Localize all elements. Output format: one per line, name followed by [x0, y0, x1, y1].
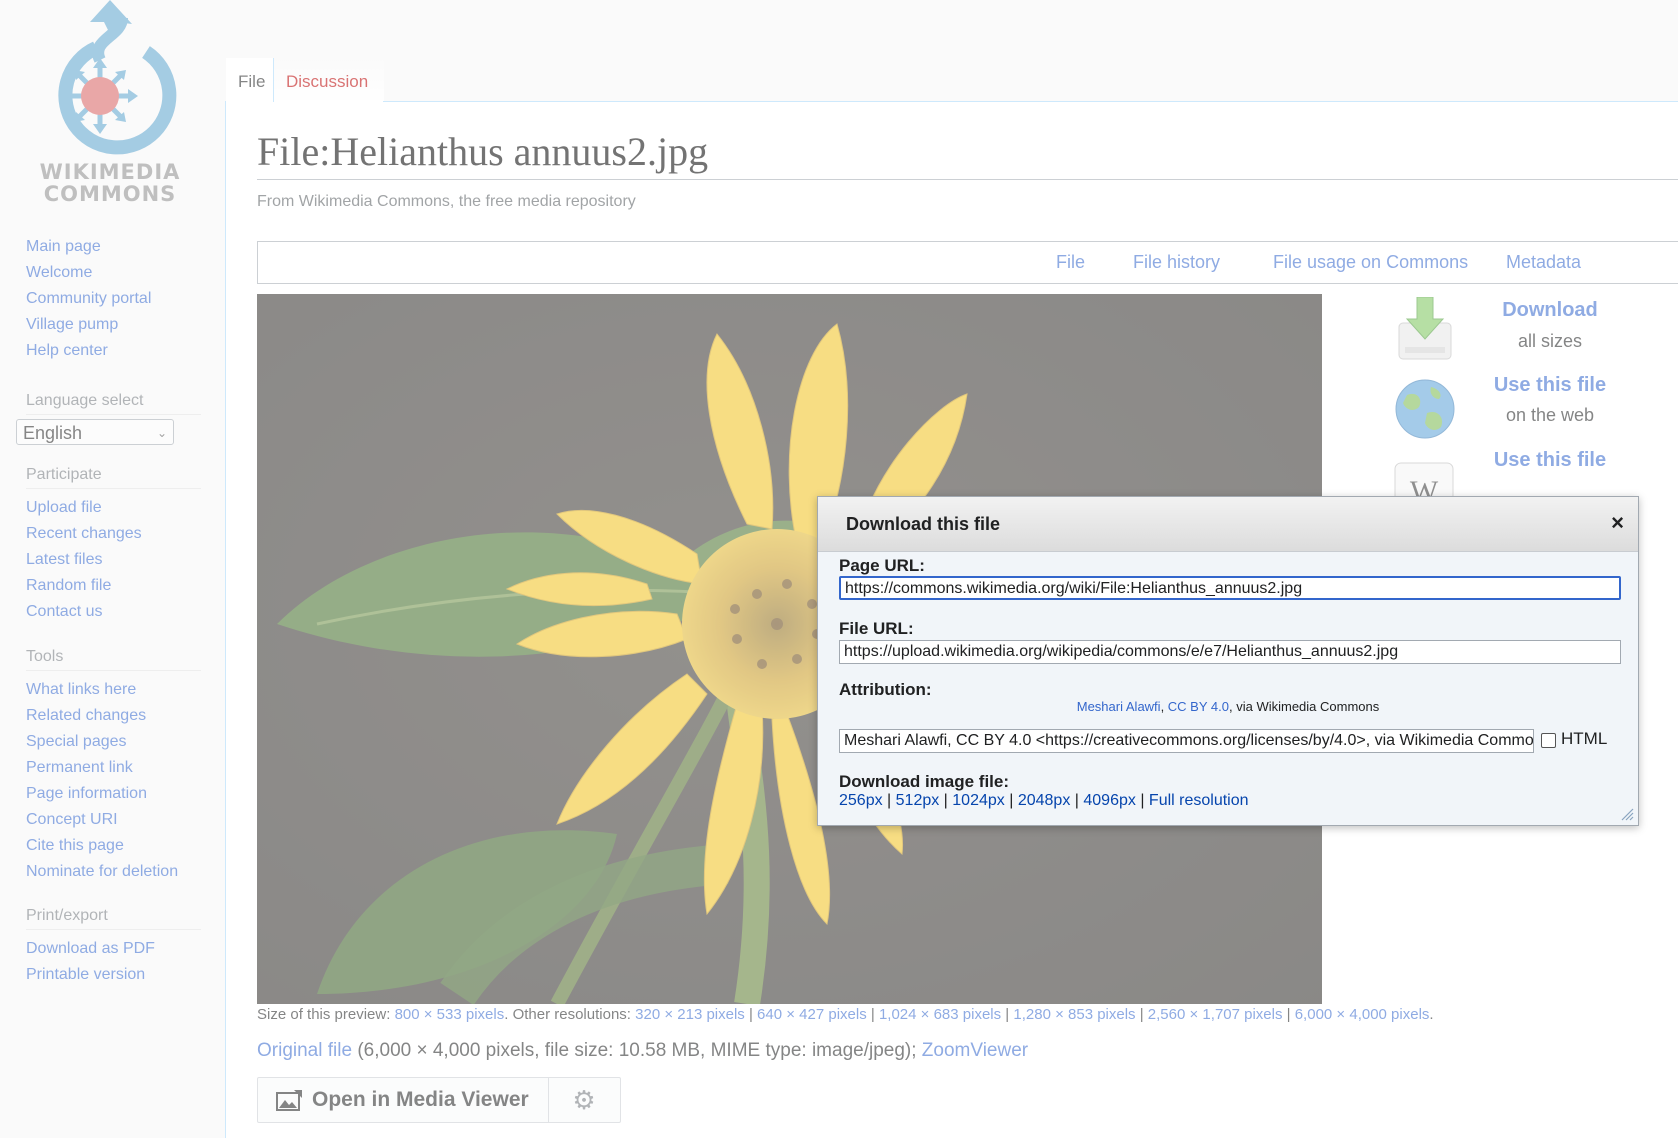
size-sep: |	[1070, 792, 1084, 809]
attribution-via: , via Wikimedia Commons	[1228, 699, 1380, 714]
close-icon[interactable]: ×	[1611, 497, 1624, 549]
size-sep: |	[1004, 792, 1018, 809]
dialog-title: Download this file	[846, 514, 1001, 534]
download-size-link[interactable]: 2048px	[1018, 792, 1071, 809]
page-url-label: Page URL:	[839, 556, 925, 575]
download-dialog: Download this file × Page URL: https://c…	[817, 496, 1639, 826]
download-size-link[interactable]: 256px	[839, 792, 883, 809]
size-sep: |	[939, 792, 953, 809]
page-url-input[interactable]: https://commons.wikimedia.org/wiki/File:…	[839, 576, 1621, 600]
attribution-comma: ,	[1160, 699, 1168, 714]
file-url-label: File URL:	[839, 619, 914, 638]
dialog-header: Download this file ×	[818, 497, 1638, 552]
download-size-link[interactable]: 4096px	[1083, 792, 1136, 809]
attribution-label: Attribution:	[839, 680, 932, 699]
size-sep: |	[882, 792, 896, 809]
attribution-author-link[interactable]: Meshari Alawfi	[1077, 699, 1161, 714]
attribution-text-input[interactable]: Meshari Alawfi, CC BY 4.0 <https://creat…	[839, 729, 1534, 753]
download-size-link[interactable]: 512px	[896, 792, 940, 809]
attribution-preview: Meshari Alawfi, CC BY 4.0, via Wikimedia…	[818, 699, 1638, 714]
html-checkbox[interactable]	[1541, 733, 1556, 748]
html-checkbox-label: HTML	[1561, 729, 1608, 748]
attribution-license-link[interactable]: CC BY 4.0	[1168, 699, 1229, 714]
download-full-resolution-link[interactable]: Full resolution	[1149, 792, 1249, 809]
download-image-label: Download image file:	[839, 772, 1010, 791]
size-sep: |	[1135, 792, 1149, 809]
download-size-link[interactable]: 1024px	[952, 792, 1005, 809]
file-url-input[interactable]: https://upload.wikimedia.org/wikipedia/c…	[839, 640, 1621, 664]
download-size-links: 256px | 512px | 1024px | 2048px | 4096px…	[839, 792, 1249, 810]
resize-grip-icon[interactable]	[1620, 807, 1634, 821]
